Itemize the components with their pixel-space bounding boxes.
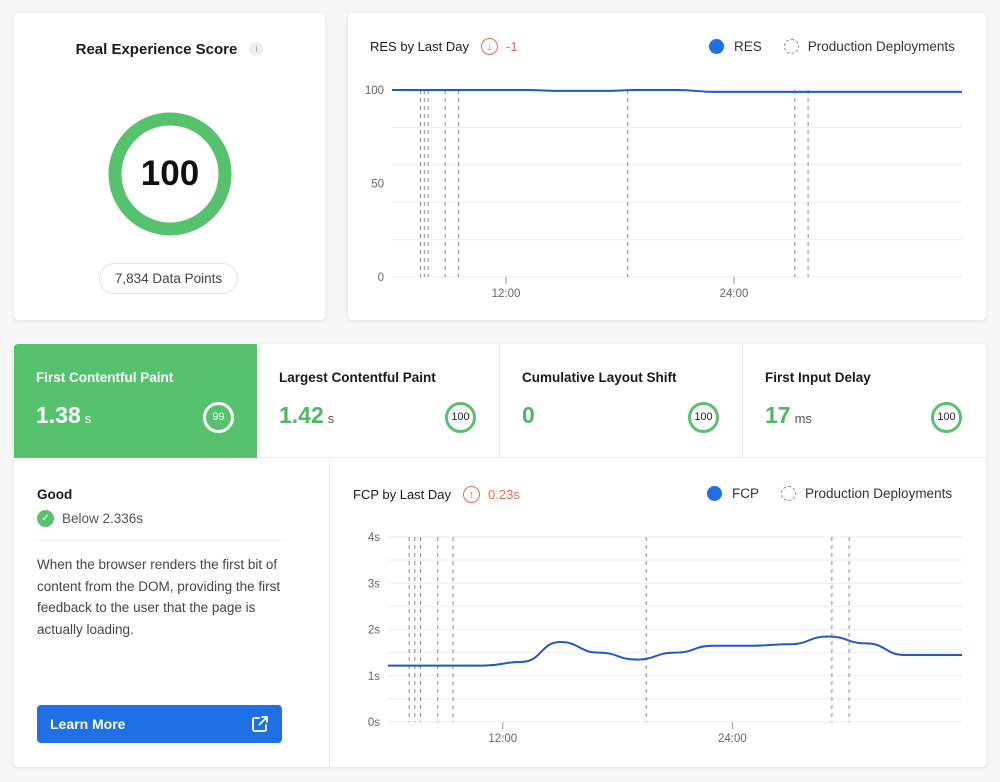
data-points-pill: 7,834 Data Points (99, 263, 238, 294)
y-tick-label: 1s (368, 671, 380, 683)
x-tick-label: 24:00 (720, 288, 749, 300)
score-value: 100 (140, 154, 200, 193)
fcp-line-chart: 0s 1s 2s 3s 4s 12:00 24:00 (368, 532, 962, 745)
y-tick-label: 0 (378, 272, 384, 284)
y-tick-label: 0s (368, 717, 380, 729)
y-tick-label: 4s (368, 532, 380, 544)
y-tick-label: 2s (368, 625, 380, 637)
info-icon[interactable]: i (249, 42, 264, 56)
x-tick-label: 24:00 (718, 733, 747, 745)
res-chart-card: RES by Last Day ↓ -1 RES Production Depl… (348, 13, 986, 320)
series-line-fcp (388, 635, 962, 667)
score-title: Real Experience Score i (14, 41, 325, 58)
y-tick-label: 50 (371, 179, 384, 191)
x-tick-label: 12:00 (492, 288, 521, 300)
y-tick-label: 100 (365, 85, 384, 97)
web-vitals-card: First Contentful Paint 1.38 s 99 Largest … (14, 344, 986, 767)
real-experience-score-card: Real Experience Score i 100 7,834 Data Po… (14, 13, 325, 320)
x-tick-label: 12:00 (488, 733, 517, 745)
score-title-text: Real Experience Score (75, 41, 238, 58)
y-tick-label: 3s (368, 578, 380, 590)
res-line-chart: 0 50 100 12:00 24:00 (365, 85, 962, 300)
